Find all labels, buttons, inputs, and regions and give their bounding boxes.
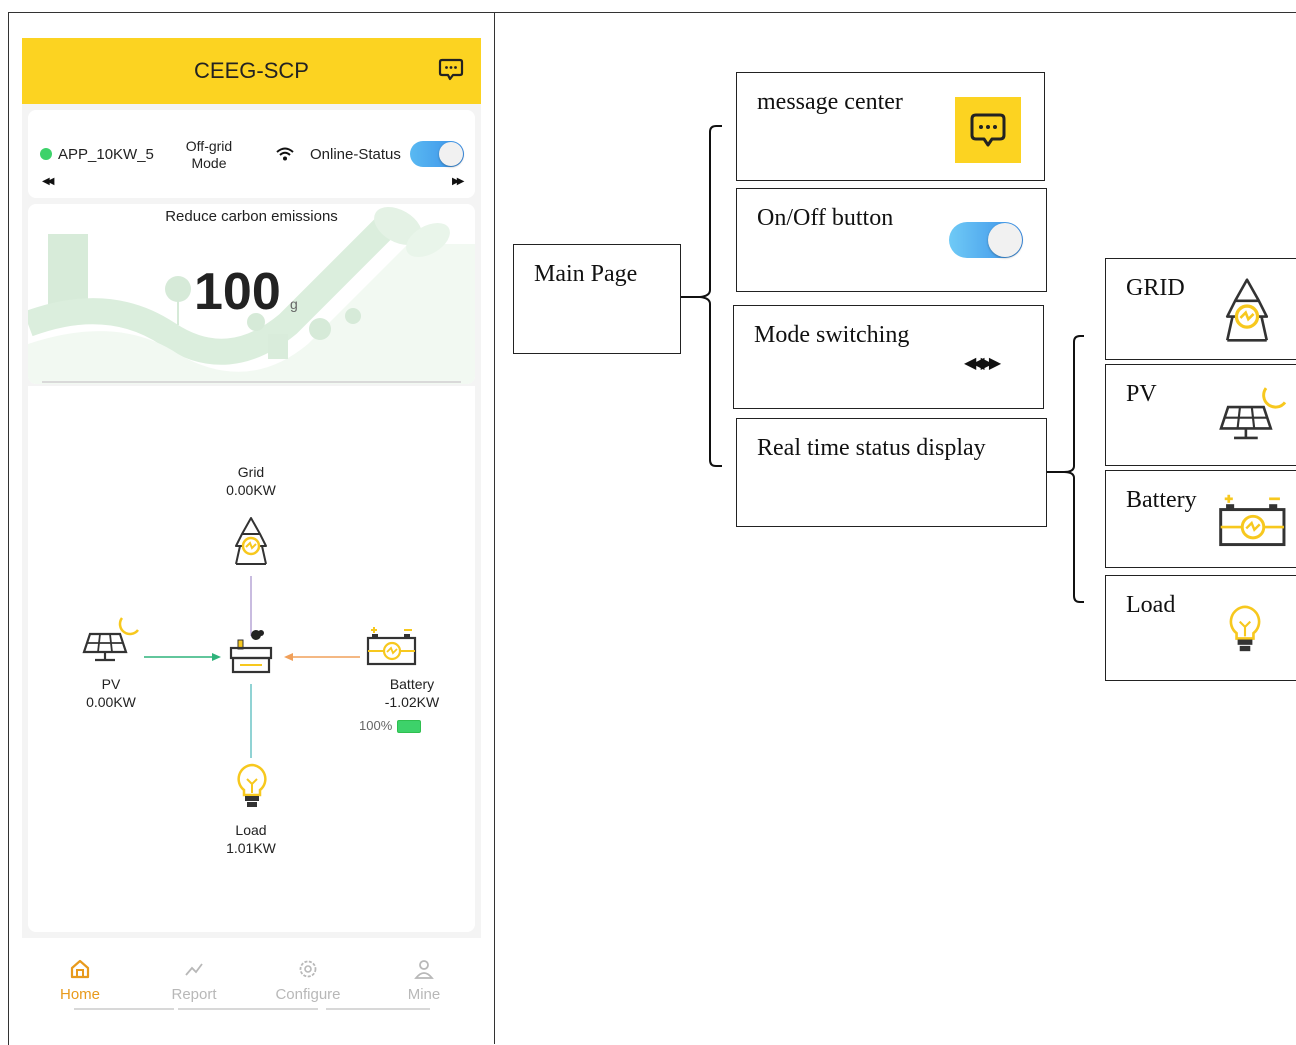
grid-tower-icon xyxy=(1225,278,1269,342)
mode-switching-box: Mode switching ◀◀ ▶▶ xyxy=(733,305,1044,409)
pv-box-text: PV xyxy=(1126,381,1157,407)
realtime-status-text: Real time status display xyxy=(757,435,986,461)
pv-box: PV xyxy=(1105,364,1296,466)
grid-box: GRID xyxy=(1105,258,1296,360)
message-center-swatch xyxy=(955,97,1021,163)
realtime-status-box: Real time status display xyxy=(736,418,1047,527)
battery-icon xyxy=(1219,494,1286,547)
toggle-knob xyxy=(988,223,1022,257)
pv-panel-icon xyxy=(1219,387,1287,440)
message-center-text: message center xyxy=(757,89,903,115)
main-page-text: Main Page xyxy=(534,261,638,287)
mode-switch-arrows-icon: ◀◀ ▶▶ xyxy=(964,355,1001,372)
diagram-braces xyxy=(680,125,1084,603)
mode-switching-text: Mode switching xyxy=(754,322,910,348)
load-box: Load xyxy=(1105,575,1296,681)
message-center-box: message center xyxy=(736,72,1045,181)
battery-box: Battery xyxy=(1105,470,1296,568)
message-center-icon xyxy=(970,113,1006,147)
battery-box-text: Battery xyxy=(1126,487,1197,513)
load-box-text: Load xyxy=(1126,592,1176,618)
on-off-text: On/Off button xyxy=(757,205,894,231)
light-bulb-icon xyxy=(1229,605,1261,652)
grid-box-text: GRID xyxy=(1126,275,1185,301)
main-page-box: Main Page xyxy=(513,244,681,354)
on-off-box: On/Off button xyxy=(736,188,1047,292)
on-off-toggle-icon xyxy=(949,222,1023,258)
